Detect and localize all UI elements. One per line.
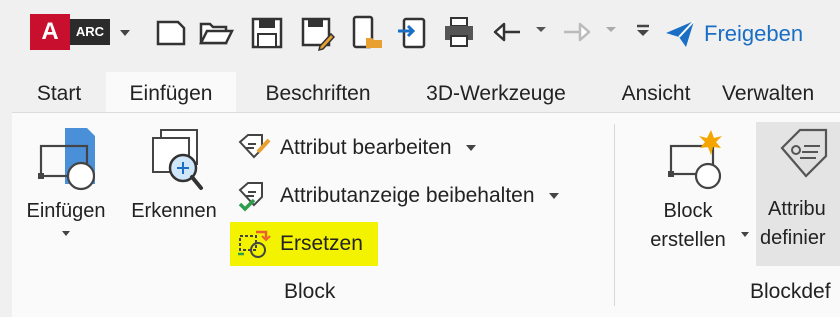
block-definition-panel-title: Blockdef: [750, 280, 831, 303]
save-icon[interactable]: [248, 12, 286, 52]
share-button[interactable]: Freigeben: [664, 16, 803, 52]
chevron-down-icon: [62, 231, 70, 236]
insert-block-label: Einfügen: [26, 200, 106, 222]
save-as-icon[interactable]: [298, 12, 336, 52]
create-block-label-line1: Block: [663, 200, 713, 222]
tab-ansicht[interactable]: Ansicht: [600, 72, 712, 114]
open-icon[interactable]: [196, 12, 235, 52]
keep-attribute-display-label: Attributanzeige beibehalten: [280, 184, 535, 207]
keep-attribute-display-dropdown-icon[interactable]: [548, 193, 559, 199]
recognize-icon: [152, 129, 203, 190]
recognize-label: Erkennen: [131, 200, 217, 222]
app-logo[interactable]: A ARC: [30, 14, 114, 50]
share-label: Freigeben: [704, 21, 804, 46]
create-block-dropdown-icon[interactable]: [738, 230, 752, 240]
customize-toolbar-icon[interactable]: [634, 22, 652, 40]
tab-3d-werkzeuge[interactable]: 3D-Werkzeuge: [402, 72, 590, 114]
tab-start[interactable]: Start: [20, 72, 98, 114]
define-attribute-icon: [780, 128, 828, 178]
edit-attribute-icon: [234, 128, 274, 168]
ribbon-tabs: Start Einfügen Beschriften 3D-Werkzeuge …: [0, 72, 840, 114]
recognize-button[interactable]: Erkennen: [122, 124, 226, 234]
define-attribute-button[interactable]: Attribu definier: [756, 122, 840, 266]
tab-beschriften[interactable]: Beschriften: [246, 72, 390, 114]
tab-einfuegen[interactable]: Einfügen: [106, 72, 236, 114]
tab-verwalten[interactable]: Verwalten: [722, 72, 840, 114]
attribute-display-icon: [234, 176, 274, 216]
insert-block-icon: [38, 128, 96, 191]
replace-block-button[interactable]: Ersetzen: [230, 222, 378, 266]
undo-dropdown-icon[interactable]: [534, 22, 548, 36]
export-icon[interactable]: [394, 12, 432, 52]
edit-attribute-button[interactable]: Attribut bearbeiten: [234, 128, 476, 168]
insert-block-button[interactable]: Einfügen: [16, 124, 116, 250]
create-block-icon: [668, 130, 722, 190]
panel-separator: [614, 124, 615, 306]
open-from-mobile-icon[interactable]: [346, 12, 384, 52]
define-attribute-label-line1: Attribu: [768, 198, 826, 220]
send-icon: [666, 20, 695, 47]
edit-attribute-dropdown-icon[interactable]: [465, 145, 476, 151]
new-icon[interactable]: [152, 12, 190, 52]
create-block-label-line2: erstellen: [650, 229, 726, 251]
block-panel-title: Block: [284, 280, 336, 303]
edit-attribute-label: Attribut bearbeiten: [280, 136, 452, 159]
replace-icon: [234, 224, 274, 264]
redo-dropdown-icon[interactable]: [604, 22, 618, 36]
app-logo-letter: A: [30, 14, 70, 50]
define-attribute-label-line2: definier: [760, 227, 826, 249]
keep-attribute-display-button[interactable]: Attributanzeige beibehalten: [234, 176, 559, 216]
app-logo-badge: ARC: [70, 19, 110, 45]
print-icon[interactable]: [440, 12, 478, 52]
undo-icon[interactable]: [490, 12, 528, 52]
quick-access-toolbar: A ARC Freigeben: [0, 0, 840, 70]
create-block-button[interactable]: Block erstellen: [636, 124, 740, 264]
app-menu-dropdown-icon[interactable]: [118, 26, 132, 40]
replace-label: Ersetzen: [280, 232, 363, 255]
redo-icon[interactable]: [556, 12, 594, 52]
